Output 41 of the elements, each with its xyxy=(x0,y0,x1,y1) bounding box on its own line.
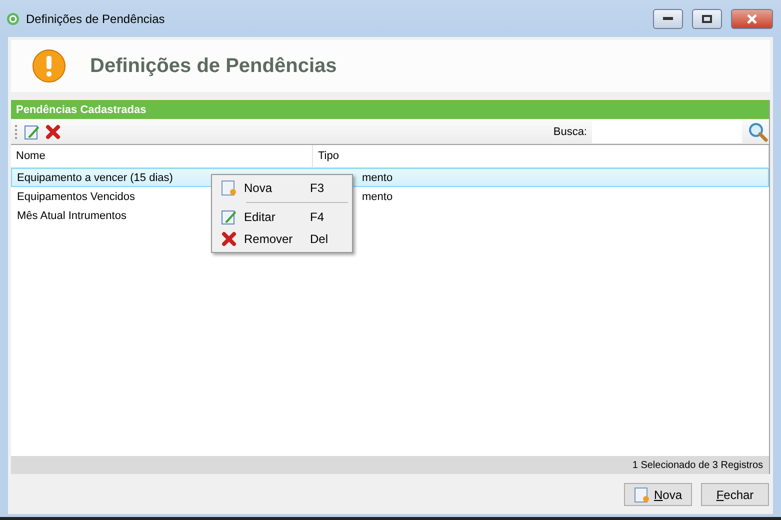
table-cell-text: mento xyxy=(362,190,393,204)
remove-tool-button[interactable] xyxy=(45,124,61,140)
menu-item[interactable]: Editar F4 xyxy=(214,206,350,228)
table-cell[interactable]: Mês Atual Intrumentos xyxy=(17,207,126,224)
edit-tool-button[interactable] xyxy=(24,124,40,140)
window-title: Definições de Pendências xyxy=(26,12,166,26)
edit-icon xyxy=(24,124,40,140)
menu-item[interactable]: Nova F3 xyxy=(214,177,350,199)
shortcut-label: F4 xyxy=(310,210,326,224)
warning-icon xyxy=(32,49,66,83)
app-icon xyxy=(6,12,20,26)
edit-icon xyxy=(221,209,237,225)
table-cell[interactable]: Equipamentos Vencidos xyxy=(17,188,136,205)
new-button[interactable]: Nova xyxy=(624,483,692,506)
menu-item[interactable]: Remover Del xyxy=(214,228,350,250)
maximize-button[interactable] xyxy=(692,8,722,28)
page-title: Definições de Pendências xyxy=(90,54,337,78)
column-header[interactable]: Tipo xyxy=(313,145,769,167)
menu-label: Remover xyxy=(244,232,294,246)
new-document-icon xyxy=(221,180,237,196)
close-button[interactable] xyxy=(731,8,773,28)
table-cell-text: mento xyxy=(362,170,393,186)
close-dialog-button[interactable]: Fechar xyxy=(701,483,769,506)
remove-icon xyxy=(221,231,237,247)
shortcut-label: F3 xyxy=(310,181,326,195)
new-document-icon xyxy=(634,486,650,502)
minimize-icon xyxy=(663,16,673,20)
minimize-button[interactable] xyxy=(653,8,683,28)
column-header[interactable]: Nome xyxy=(11,145,313,167)
panel-title: Pendências Cadastradas xyxy=(11,100,769,119)
remove-icon xyxy=(45,124,61,140)
close-icon xyxy=(746,14,758,24)
menu-label: Nova xyxy=(244,181,274,195)
table-cell[interactable]: Equipamento a vencer (15 dias) xyxy=(17,169,173,186)
status-bar: 1 Selecionado de 3 Registros xyxy=(11,456,769,474)
search-icon[interactable] xyxy=(747,120,769,142)
menu-label: Editar xyxy=(244,210,276,224)
maximize-icon xyxy=(702,14,712,22)
shortcut-label: Del xyxy=(310,232,330,246)
search-field[interactable] xyxy=(592,120,742,142)
search-label: Busca: xyxy=(553,126,587,138)
